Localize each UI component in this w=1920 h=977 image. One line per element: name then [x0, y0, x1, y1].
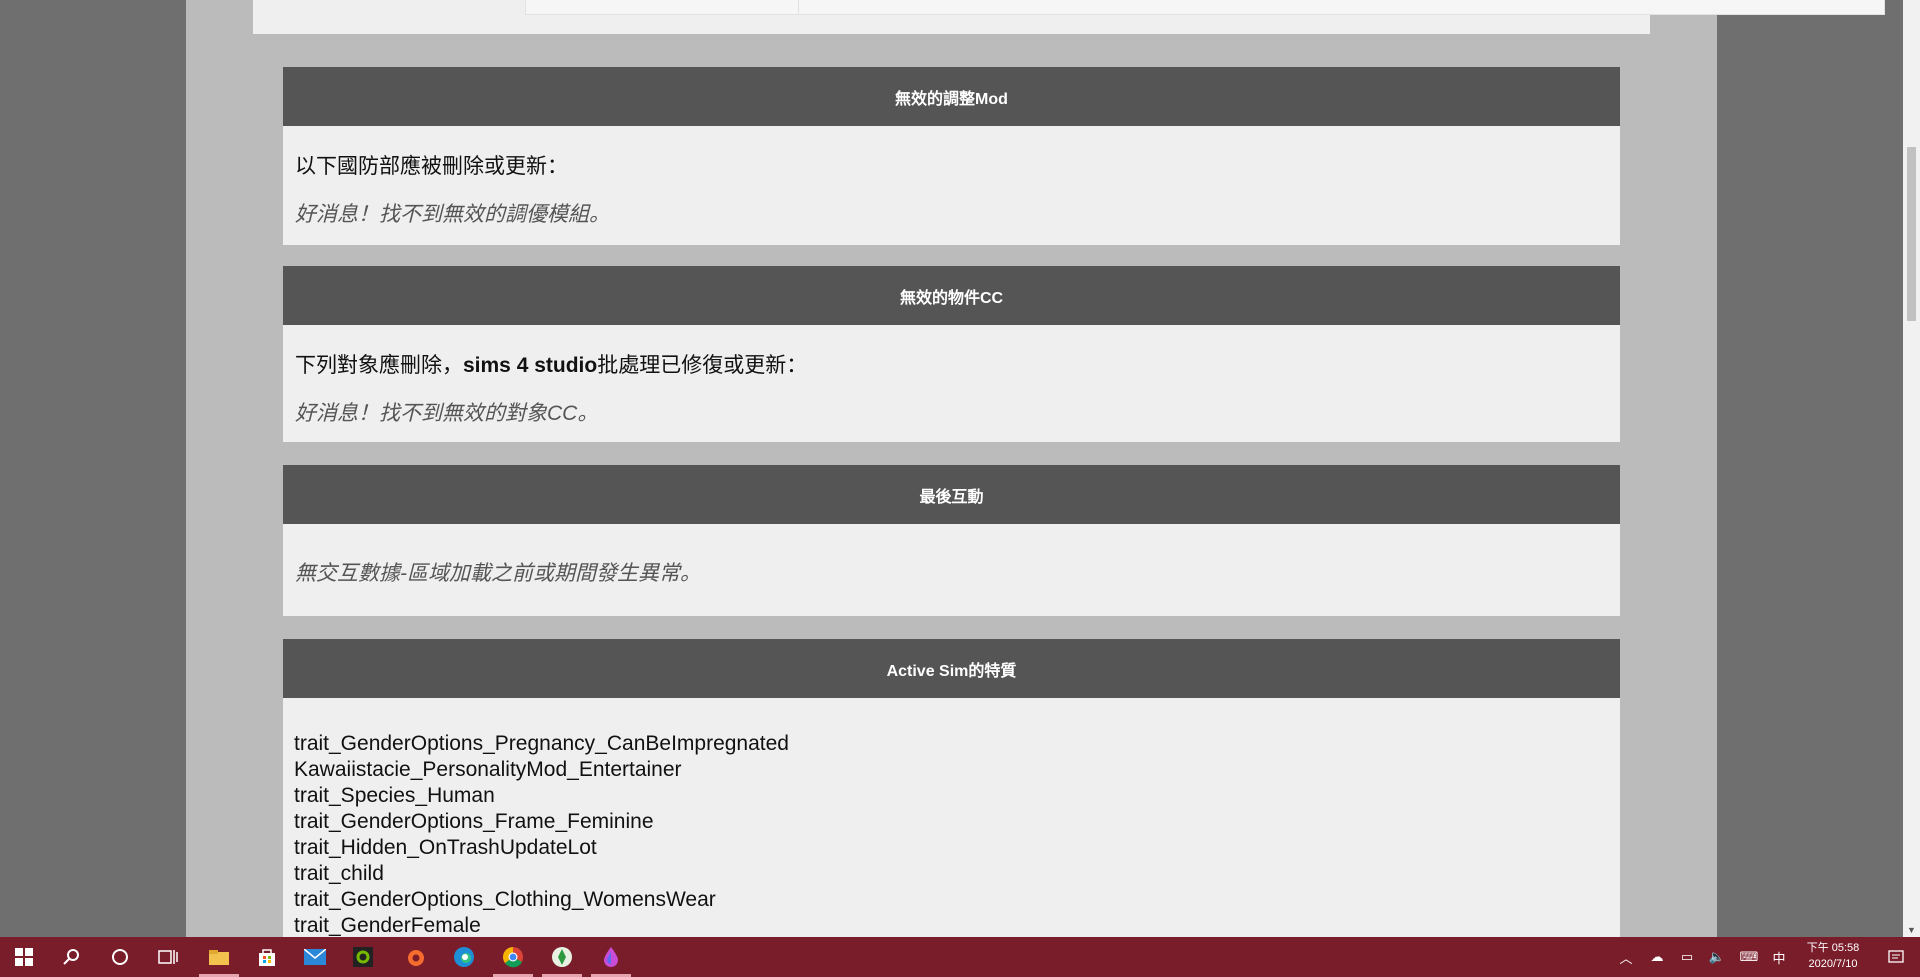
- section-result: 好消息！找不到無效的調優模組。: [295, 203, 610, 226]
- section-result: 好消息！找不到無效的對象CC。: [295, 402, 599, 425]
- volume-icon[interactable]: 🔈: [1702, 949, 1732, 965]
- section-header: 無效的調整Mod: [283, 67, 1620, 126]
- section-header: 無效的物件CC: [283, 266, 1620, 325]
- system-tray: ︿ ☁ ▭ 🔈 ⌨ 中: [1610, 937, 1792, 977]
- clock-time: 下午 05:58: [1806, 942, 1860, 954]
- network-icon[interactable]: ▭: [1672, 949, 1702, 965]
- droplet-app-icon[interactable]: [587, 937, 635, 977]
- trait-item: trait_Species_Human: [294, 784, 495, 807]
- trait-list: trait_GenderOptions_Pregnancy_CanBeImpre…: [294, 731, 789, 939]
- windows-taskbar: ︿ ☁ ▭ 🔈 ⌨ 中 下午 05:58 2020/7/10: [0, 937, 1920, 977]
- store-icon[interactable]: [243, 937, 291, 977]
- section-header: 最後互動: [283, 465, 1620, 524]
- section-intro: 以下國防部應被刪除或更新：: [295, 155, 568, 178]
- trait-item: Kawaiistacie_PersonalityMod_Entertainer: [294, 758, 682, 781]
- scroll-thumb[interactable]: [1907, 147, 1916, 321]
- section-invalid-object-cc: 無效的物件CC 下列對象應刪除，sims 4 studio批處理已修復或更新： …: [283, 266, 1620, 442]
- mail-icon[interactable]: [291, 937, 339, 977]
- section-last-interaction: 最後互動 無交互數據-區域加載之前或期間發生異常。: [283, 465, 1620, 616]
- origin-icon[interactable]: [392, 937, 440, 977]
- trait-item: trait_GenderOptions_Frame_Feminine: [294, 810, 654, 833]
- keyboard-icon[interactable]: ⌨: [1732, 949, 1766, 965]
- previous-table-end: [525, 0, 1885, 15]
- sims-icon[interactable]: [538, 937, 586, 977]
- previous-section-bottom: [253, 0, 1885, 34]
- ime-indicator[interactable]: 中: [1766, 948, 1792, 967]
- clock-date: 2020/7/10: [1808, 958, 1858, 970]
- taskbar-clock[interactable]: 下午 05:58 2020/7/10: [1795, 940, 1871, 972]
- vertical-scrollbar[interactable]: ▼: [1903, 0, 1920, 937]
- section-active-sim-traits: Active Sim的特質 trait_GenderOptions_Pregna…: [283, 639, 1620, 958]
- section-result: 無交互數據-區域加載之前或期間發生異常。: [295, 562, 701, 585]
- trait-item: trait_child: [294, 862, 384, 885]
- trait-item: trait_Hidden_OnTrashUpdateLot: [294, 836, 597, 859]
- scroll-down-arrow-icon[interactable]: ▼: [1907, 925, 1916, 935]
- onedrive-icon[interactable]: ☁: [1642, 949, 1672, 965]
- edge-icon[interactable]: [440, 937, 488, 977]
- notification-center-icon[interactable]: [1872, 937, 1920, 977]
- trait-item: trait_GenderOptions_Pregnancy_CanBeImpre…: [294, 732, 789, 755]
- section-header: Active Sim的特質: [283, 639, 1620, 698]
- task-view-icon[interactable]: [144, 937, 192, 977]
- cortana-icon[interactable]: [96, 937, 144, 977]
- chrome-icon[interactable]: [489, 937, 537, 977]
- section-invalid-tuning-mods: 無效的調整Mod 以下國防部應被刪除或更新： 好消息！找不到無效的調優模組。: [283, 67, 1620, 245]
- trait-item: trait_GenderOptions_Clothing_WomensWear: [294, 888, 716, 911]
- tray-chevron-up-icon[interactable]: ︿: [1610, 948, 1642, 967]
- file-explorer-icon[interactable]: [195, 937, 243, 977]
- start-icon[interactable]: [0, 937, 48, 977]
- section-intro: 下列對象應刪除，sims 4 studio批處理已修復或更新：: [295, 354, 808, 377]
- trait-item: trait_GenderFemale: [294, 914, 481, 937]
- nvidia-icon[interactable]: [339, 937, 387, 977]
- search-icon[interactable]: [48, 937, 96, 977]
